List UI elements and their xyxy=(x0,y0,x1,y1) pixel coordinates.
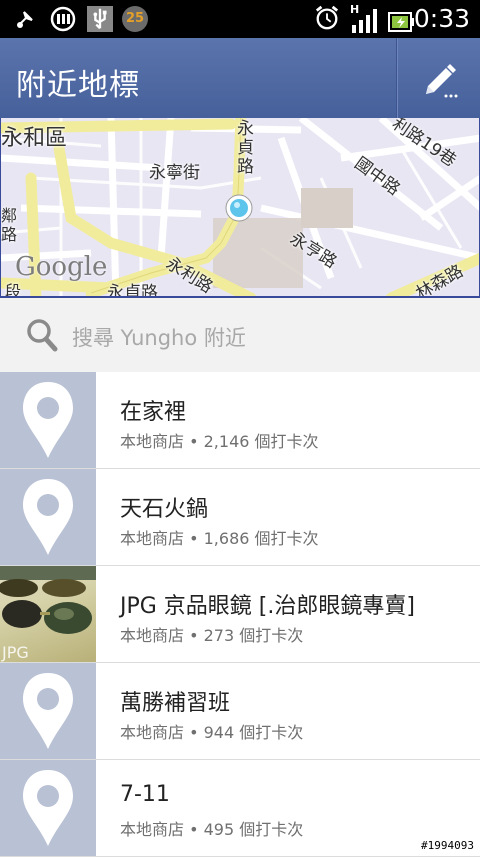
places-list: 在家裡 本地商店 • 2,146 個打卡次 天石火鍋 本地商店 • 1,686 … xyxy=(0,372,480,857)
place-category: 本地商店 xyxy=(120,626,185,645)
place-name: 在家裡 xyxy=(120,400,187,425)
place-checkins: 2,146 個打卡次 xyxy=(203,432,319,451)
place-category: 本地商店 xyxy=(120,820,185,839)
page-title: 附近地標 xyxy=(16,68,140,103)
battery-icon xyxy=(388,12,414,32)
map-pin-icon xyxy=(23,673,73,749)
sunglasses-photo: JPG xyxy=(0,566,96,662)
separator: • xyxy=(184,626,204,645)
place-thumbnail xyxy=(0,663,96,759)
svg-text:JPG: JPG xyxy=(1,643,29,662)
place-name: 萬勝補習班 xyxy=(120,691,231,716)
place-list-item[interactable]: JPG JPG 京品眼鏡 [.治郎眼鏡專賣] 本地商店 • 273 個打卡次 xyxy=(0,566,480,663)
map-label: 永和區 xyxy=(1,126,68,151)
usb-icon xyxy=(87,6,113,32)
place-checkins: 1,686 個打卡次 xyxy=(203,529,319,548)
clock: 0:33 xyxy=(413,4,470,33)
place-photo: JPG xyxy=(0,566,96,662)
watermark: #1994093 xyxy=(421,839,474,852)
place-name: 天石火鍋 xyxy=(120,497,209,522)
place-name: 7-11 xyxy=(120,782,170,807)
place-list-item[interactable]: 天石火鍋 本地商店 • 1,686 個打卡次 xyxy=(0,469,480,566)
place-list-item[interactable]: 萬勝補習班 本地商店 • 944 個打卡次 xyxy=(0,663,480,760)
place-meta: 本地商店 • 495 個打卡次 xyxy=(120,816,303,840)
place-category: 本地商店 xyxy=(120,723,185,742)
rss-icon xyxy=(50,6,76,32)
map-label: 永寧街 xyxy=(149,163,200,183)
google-logo: Google xyxy=(15,252,108,282)
search-icon xyxy=(27,319,58,352)
map-label: 永貞路 xyxy=(107,283,158,298)
separator: • xyxy=(184,723,204,742)
place-thumbnail xyxy=(0,469,96,565)
place-checkins: 273 個打卡次 xyxy=(203,626,304,645)
place-category: 本地商店 xyxy=(120,529,185,548)
map-label: 鄰路 xyxy=(1,206,18,244)
action-bar: 附近地標 xyxy=(0,38,480,119)
map-pin-icon xyxy=(23,479,73,555)
place-meta: 本地商店 • 1,686 個打卡次 xyxy=(120,525,319,549)
location-marker-icon xyxy=(225,194,253,222)
search-input[interactable]: 搜尋 Yungho 附近 xyxy=(72,322,246,352)
badge-icon: 25 xyxy=(122,6,148,32)
map-label: 永貞路 xyxy=(237,119,254,177)
separator: • xyxy=(184,432,204,451)
map-view[interactable]: 永和區 永寧街 永貞路 國中路 永亨路 永利路 永貞路 林森路 利路19巷 鄰路… xyxy=(0,118,480,298)
map-pin-icon xyxy=(23,382,73,458)
status-bar: 25 H 0:33 xyxy=(0,0,480,38)
alarm-icon xyxy=(315,5,339,30)
search-bar[interactable]: 搜尋 Yungho 附近 xyxy=(0,298,480,373)
place-meta: 本地商店 • 944 個打卡次 xyxy=(120,719,303,743)
place-checkins: 495 個打卡次 xyxy=(203,820,304,839)
separator: • xyxy=(184,529,204,548)
place-thumbnail xyxy=(0,372,96,468)
map-pin-icon xyxy=(23,770,73,846)
pencil-icon xyxy=(426,64,458,98)
place-thumbnail xyxy=(0,760,96,856)
place-category: 本地商店 xyxy=(120,432,185,451)
place-name: JPG 京品眼鏡 [.治郎眼鏡專賣] xyxy=(120,594,415,619)
place-checkins: 944 個打卡次 xyxy=(203,723,304,742)
usb-debug-icon xyxy=(17,11,33,28)
place-meta: 本地商店 • 2,146 個打卡次 xyxy=(120,428,319,452)
place-list-item[interactable]: 7-11 本地商店 • 495 個打卡次 xyxy=(0,760,480,857)
edit-button[interactable] xyxy=(398,38,480,118)
place-meta: 本地商店 • 273 個打卡次 xyxy=(120,622,303,646)
signal-icon xyxy=(352,9,377,33)
place-list-item[interactable]: 在家裡 本地商店 • 2,146 個打卡次 xyxy=(0,372,480,469)
separator: • xyxy=(184,820,204,839)
